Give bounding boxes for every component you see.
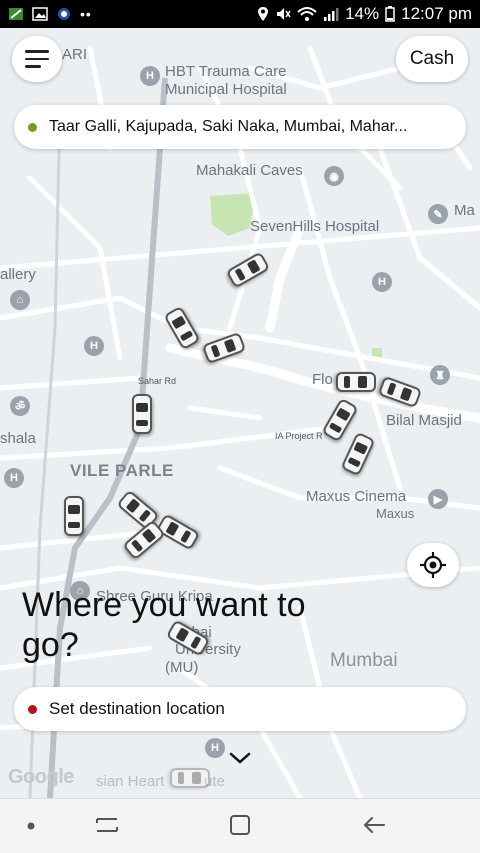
pickup-address: Taar Galli, Kajupada, Saki Naka, Mumbai,… bbox=[49, 118, 408, 135]
map-label-maxus: Maxus bbox=[376, 506, 415, 521]
system-nav-bar bbox=[0, 798, 480, 853]
pickup-dot-icon bbox=[28, 122, 37, 132]
battery-percent: 14% bbox=[345, 4, 380, 23]
app-icon bbox=[58, 8, 70, 20]
pickup-location-field[interactable]: Taar Galli, Kajupada, Saki Naka, Mumbai,… bbox=[14, 105, 466, 149]
hospital-poi-icon: H bbox=[140, 66, 160, 86]
map-label-mahakali-caves: Mahakali Caves bbox=[196, 162, 303, 179]
menu-button[interactable] bbox=[12, 36, 62, 82]
car-marker bbox=[336, 372, 376, 392]
payment-method-button[interactable]: Cash bbox=[396, 36, 468, 82]
where-to-prompt: Where you want to go? bbox=[22, 586, 306, 664]
map-label-hbt-hospital: HBT Trauma Care bbox=[165, 63, 287, 80]
gallery-icon bbox=[32, 7, 48, 21]
map-label-hbt-hospital-2: Municipal Hospital bbox=[165, 81, 287, 98]
google-logo: Google bbox=[8, 766, 74, 788]
map-label-ia-project-rd: IA Project R bbox=[275, 431, 323, 441]
hamburger-icon-bar bbox=[25, 65, 41, 68]
location-icon bbox=[258, 7, 269, 21]
map-label-vile-parle: VILE PARLE bbox=[70, 461, 174, 480]
car-marker bbox=[132, 394, 152, 434]
hospital-poi-icon: H bbox=[372, 272, 392, 292]
home-icon[interactable] bbox=[228, 813, 252, 837]
back-icon[interactable] bbox=[362, 813, 388, 837]
temple-poi-icon: ॐ bbox=[10, 396, 30, 416]
battery-icon bbox=[385, 6, 395, 22]
status-bar: •• 14% 12:07 pm bbox=[0, 0, 480, 28]
destination-placeholder: Set destination location bbox=[49, 699, 225, 718]
map-label-ari: ARI bbox=[62, 46, 88, 63]
more-dots-icon: •• bbox=[80, 6, 92, 22]
destination-dot-icon bbox=[28, 704, 37, 714]
map-label-bilal-masjid: Bilal Masjid bbox=[386, 412, 462, 429]
map-label-shala: shala bbox=[0, 430, 36, 447]
map-label-sahar-rd: Sahar Rd bbox=[138, 376, 177, 386]
clock: 12:07 pm bbox=[401, 4, 472, 23]
map-label-ma: Ma bbox=[454, 202, 475, 219]
dot-icon[interactable] bbox=[26, 821, 36, 831]
map-label-asian-heart: sian Heart bbox=[96, 773, 165, 790]
hospital-poi-icon: H bbox=[205, 738, 225, 758]
map-label-mumbai: Mumbai bbox=[330, 650, 398, 671]
museum-poi-icon: ⌂ bbox=[10, 290, 30, 310]
signal-icon bbox=[324, 8, 339, 21]
map-label-sevenhills: SevenHills Hospital bbox=[250, 218, 380, 235]
hamburger-icon-bar bbox=[25, 57, 49, 61]
wifi-icon bbox=[297, 7, 317, 21]
attraction-poi-icon: ◉ bbox=[324, 166, 344, 186]
chevron-down-icon[interactable] bbox=[226, 748, 254, 768]
hamburger-icon-bar bbox=[25, 50, 49, 53]
notification-icon bbox=[9, 8, 23, 20]
my-location-icon bbox=[420, 552, 446, 578]
car-marker bbox=[64, 496, 84, 536]
destination-field[interactable]: Set destination location bbox=[14, 687, 466, 731]
mosque-poi-icon: ♜ bbox=[430, 365, 450, 385]
car-marker bbox=[170, 768, 210, 788]
hospital-poi-icon: H bbox=[4, 468, 24, 488]
landmark-poi-icon: ✎ bbox=[428, 204, 448, 224]
cinema-poi-icon: ▶ bbox=[428, 489, 448, 509]
app-screen: •• 14% 12:07 pm H ◉ ✎ H ⌂ H ♜ ॐ H ▶ ⌂ H … bbox=[0, 0, 480, 853]
my-location-button[interactable] bbox=[407, 543, 459, 587]
map-label-gallery: allery bbox=[0, 266, 36, 283]
recent-apps-icon[interactable] bbox=[94, 813, 120, 837]
hospital-poi-icon: H bbox=[84, 336, 104, 356]
map-label-maxus-cinema: Maxus Cinema bbox=[306, 488, 407, 505]
mute-icon bbox=[277, 8, 291, 20]
